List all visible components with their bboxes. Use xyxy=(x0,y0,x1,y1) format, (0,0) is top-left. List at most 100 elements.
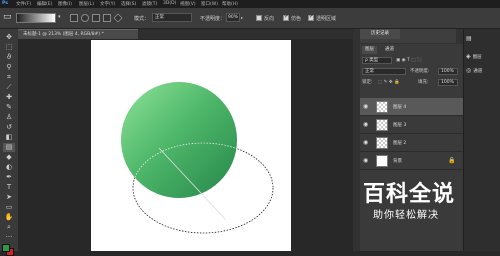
healing-brush-icon[interactable]: ✚ xyxy=(3,93,15,102)
history-brush-icon[interactable]: ↺ xyxy=(3,123,15,132)
menu-select[interactable]: 选择(S) xyxy=(121,1,136,7)
mode-value: 正常 xyxy=(155,15,164,20)
fill-value: 100% xyxy=(441,80,454,85)
layers-icon: ◈ xyxy=(466,53,471,60)
menu-layer[interactable]: 图层(L) xyxy=(79,1,94,7)
document-tab[interactable]: 未标题-1 @ 213% (图层 4, RGB/8#) * xyxy=(18,29,138,39)
eye-icon[interactable]: ◉ xyxy=(363,157,368,164)
tab-channels[interactable]: 通道 xyxy=(382,46,397,54)
lock-row: 锁定: ⬚ ✎ ✥ 🔒 填充: 100% xyxy=(362,79,461,87)
layer-name: 图层 3 xyxy=(393,123,407,128)
menu-type[interactable]: 文字(Y) xyxy=(100,1,115,7)
type-tool-icon[interactable]: T xyxy=(3,183,15,192)
lasso-tool-icon[interactable]: ϑ xyxy=(3,53,15,62)
blend-mode-select[interactable]: 正常 xyxy=(362,68,406,75)
tools-panel: ✥ ⬚ ϑ ⚲ ⌗ ⟋ ✚ ✎ ♙ ↺ ◧ ▤ ◆ ◐ ✒ T ➤ ▭ ✋ ⌕ … xyxy=(0,29,19,256)
eyedropper-icon[interactable]: ⟋ xyxy=(3,83,15,92)
menu-image[interactable]: 图像(I) xyxy=(58,1,72,7)
gradient-preview[interactable] xyxy=(16,13,56,23)
blend-mode-value: 正常 xyxy=(365,69,374,74)
tab-layers[interactable]: 图层 xyxy=(362,46,377,54)
transparency-label: 透明区域 xyxy=(316,16,337,22)
menu-window[interactable]: 窗口(W) xyxy=(201,1,218,7)
shape-tool-icon[interactable]: ▭ xyxy=(3,203,15,212)
layer-kind-filter[interactable]: ρ 类型 xyxy=(362,57,392,64)
blend-row: 正常 不透明度: 100% xyxy=(362,68,461,76)
crop-tool-icon[interactable]: ⌗ xyxy=(3,73,15,82)
fill-input[interactable]: 100% xyxy=(438,79,458,86)
move-tool-icon[interactable]: ✥ xyxy=(3,33,15,42)
path-select-icon[interactable]: ➤ xyxy=(3,193,15,202)
transparency-checkbox[interactable] xyxy=(308,14,314,21)
layer-opacity-value: 100% xyxy=(441,69,454,74)
gradient-tool-icon[interactable]: ▤ xyxy=(3,143,15,152)
marquee-tool-icon[interactable]: ⬚ xyxy=(3,43,15,52)
linear-gradient-icon[interactable] xyxy=(70,14,78,22)
opacity-value: 90% xyxy=(228,15,239,20)
magic-wand-icon[interactable]: ⚲ xyxy=(3,63,15,72)
dodge-tool-icon[interactable]: ◐ xyxy=(3,163,15,172)
layer-thumbnail xyxy=(376,119,388,131)
layer-row[interactable]: ◉ 背景 🔒 xyxy=(360,152,463,170)
channels-panel-button[interactable]: ◎ 通道 xyxy=(466,67,482,74)
dither-checkbox[interactable] xyxy=(283,14,289,21)
brush-tool-icon[interactable]: ✎ xyxy=(3,103,15,112)
layer-row[interactable]: ◉ 图层 2 xyxy=(360,134,463,152)
history-panel-button[interactable]: ▤ xyxy=(466,35,472,42)
app-logo: Ps xyxy=(2,1,8,6)
options-bar: ▭ ▾ 模式： 正常 不透明度： 90% ▸ 反向 仿色 透明区域 xyxy=(0,8,500,29)
layer-opacity-input[interactable]: 100% xyxy=(438,68,458,75)
layer-name: 图层 2 xyxy=(393,141,407,146)
filter-icons[interactable]: ▣ ◉ T ⬚ ⬛ xyxy=(396,57,423,65)
fill-label: 填充: xyxy=(418,80,429,85)
menu-edit[interactable]: 编辑(E) xyxy=(37,1,52,7)
menu-filter[interactable]: 滤镜(T) xyxy=(142,1,157,7)
blur-tool-icon[interactable]: ◆ xyxy=(3,153,15,162)
lock-icons[interactable]: ⬚ ✎ ✥ 🔒 xyxy=(378,79,400,87)
document-canvas[interactable] xyxy=(91,40,291,251)
history-tab-label: 历史记录 xyxy=(371,31,389,36)
radial-gradient-icon[interactable] xyxy=(81,14,89,22)
channels-icon: ◎ xyxy=(466,67,472,74)
eye-icon[interactable]: ◉ xyxy=(363,121,368,128)
menu-help[interactable]: 帮助(H) xyxy=(222,1,238,7)
menu-view[interactable]: 视图(V) xyxy=(180,1,196,7)
menu-file[interactable]: 文件(F) xyxy=(16,1,31,7)
pen-tool-icon[interactable]: ✒ xyxy=(3,173,15,182)
layer-opacity-label: 不透明度: xyxy=(410,69,430,74)
gradient-tool-icon[interactable]: ▭ xyxy=(3,12,12,22)
chevron-right-icon[interactable]: ▸ xyxy=(241,15,243,20)
green-sphere xyxy=(121,82,237,198)
layer-row[interactable]: ◉ 图层 3 xyxy=(360,116,463,134)
layer-kind-label: ρ 类型 xyxy=(365,58,379,63)
layer-row[interactable]: ◉ 图层 4 xyxy=(360,98,463,116)
diamond-gradient-icon[interactable] xyxy=(113,13,123,23)
eraser-tool-icon[interactable]: ◧ xyxy=(3,133,15,142)
watermark-title: 百科全说 xyxy=(363,182,456,207)
eye-icon[interactable]: ◉ xyxy=(363,103,368,110)
menu-3d[interactable]: 3D(D) xyxy=(163,1,176,6)
stamp-tool-icon[interactable]: ♙ xyxy=(3,113,15,122)
opacity-label: 不透明度： xyxy=(200,16,226,22)
chevron-down-icon[interactable]: ▾ xyxy=(58,14,61,20)
tab-history[interactable]: 历史记录 xyxy=(360,29,400,39)
opacity-input[interactable]: 90% xyxy=(226,13,240,22)
more-tools-icon[interactable]: ··· xyxy=(3,233,15,242)
watermark: 百科全说 助你轻松解决 xyxy=(355,170,465,230)
angle-gradient-icon[interactable] xyxy=(92,14,100,22)
dither-label: 仿色 xyxy=(291,16,302,22)
layer-thumbnail xyxy=(376,137,388,149)
reverse-checkbox[interactable] xyxy=(256,15,262,21)
mode-select[interactable]: 正常 xyxy=(152,13,192,22)
hand-tool-icon[interactable]: ✋ xyxy=(3,213,15,222)
layer-thumbnail xyxy=(376,155,388,167)
lock-icon: 🔒 xyxy=(448,157,456,164)
menu-bar: Ps 文件(F) 编辑(E) 图像(I) 图层(L) 文字(Y) 选择(S) 滤… xyxy=(0,0,500,8)
zoom-tool-icon[interactable]: ⌕ xyxy=(3,223,15,232)
layer-name: 背景 xyxy=(393,159,402,164)
reflected-gradient-icon[interactable] xyxy=(103,14,111,22)
reverse-label: 反向 xyxy=(264,16,275,22)
layers-panel-button[interactable]: ◈ 图层 xyxy=(466,53,482,60)
eye-icon[interactable]: ◉ xyxy=(363,139,368,146)
panel-icon-column: ▤ ◈ 图层 ◎ 通道 xyxy=(463,29,500,251)
